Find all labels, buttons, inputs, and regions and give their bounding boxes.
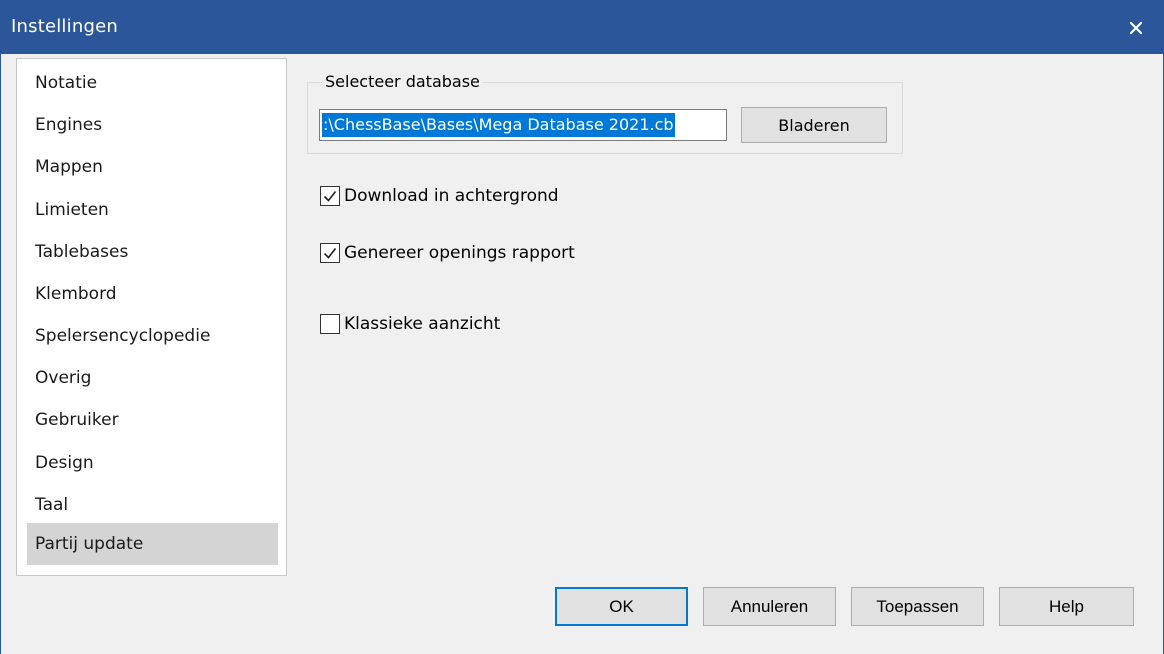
generate-opening-report-label: Genereer openings rapport (344, 243, 575, 263)
download-background-label: Download in achtergrond (344, 186, 559, 206)
classic-view-label: Klassieke aanzicht (344, 314, 501, 334)
nav-item-tablebases[interactable]: Tablebases (27, 231, 278, 273)
checkbox-unchecked-icon (320, 314, 340, 334)
nav-item-overig[interactable]: Overig (27, 357, 278, 399)
nav-item-design[interactable]: Design (27, 442, 278, 484)
window-title: Instellingen (11, 16, 118, 37)
ok-button[interactable]: OK (555, 587, 688, 626)
browse-button[interactable]: Bladeren (741, 107, 887, 143)
database-path-value: :\ChessBase\Bases\Mega Database 2021.cb (322, 113, 675, 137)
download-background-checkbox[interactable]: Download in achtergrond (320, 179, 745, 211)
close-icon (1129, 21, 1143, 35)
help-button[interactable]: Help (999, 587, 1134, 626)
settings-nav: Notatie Engines Mappen Limieten Tablebas… (16, 58, 287, 576)
nav-item-spelersencyclopedie[interactable]: Spelersencyclopedie (27, 315, 278, 357)
nav-item-taal[interactable]: Taal (27, 484, 278, 526)
nav-item-mappen[interactable]: Mappen (27, 146, 278, 188)
checkbox-checked-icon (320, 186, 340, 206)
database-path-input[interactable]: :\ChessBase\Bases\Mega Database 2021.cb (319, 109, 727, 141)
apply-button[interactable]: Toepassen (851, 587, 984, 626)
database-group-label: Selecteer database (322, 72, 483, 91)
title-bar: Instellingen (0, 0, 1164, 54)
nav-item-klembord[interactable]: Klembord (27, 273, 278, 315)
nav-item-partij-update[interactable]: Partij update (27, 523, 278, 565)
nav-item-limieten[interactable]: Limieten (27, 189, 278, 231)
checkbox-checked-icon (320, 243, 340, 263)
nav-item-engines[interactable]: Engines (27, 104, 278, 146)
classic-view-checkbox[interactable]: Klassieke aanzicht (320, 307, 745, 339)
nav-item-gebruiker[interactable]: Gebruiker (27, 399, 278, 441)
nav-item-notatie[interactable]: Notatie (27, 62, 278, 104)
cancel-button[interactable]: Annuleren (703, 587, 836, 626)
generate-opening-report-checkbox[interactable]: Genereer openings rapport (320, 236, 745, 268)
settings-panel: Selecteer database :\ChessBase\Bases\Meg… (292, 58, 1153, 576)
close-button[interactable] (1116, 8, 1156, 48)
database-group: Selecteer database :\ChessBase\Bases\Meg… (307, 72, 903, 154)
